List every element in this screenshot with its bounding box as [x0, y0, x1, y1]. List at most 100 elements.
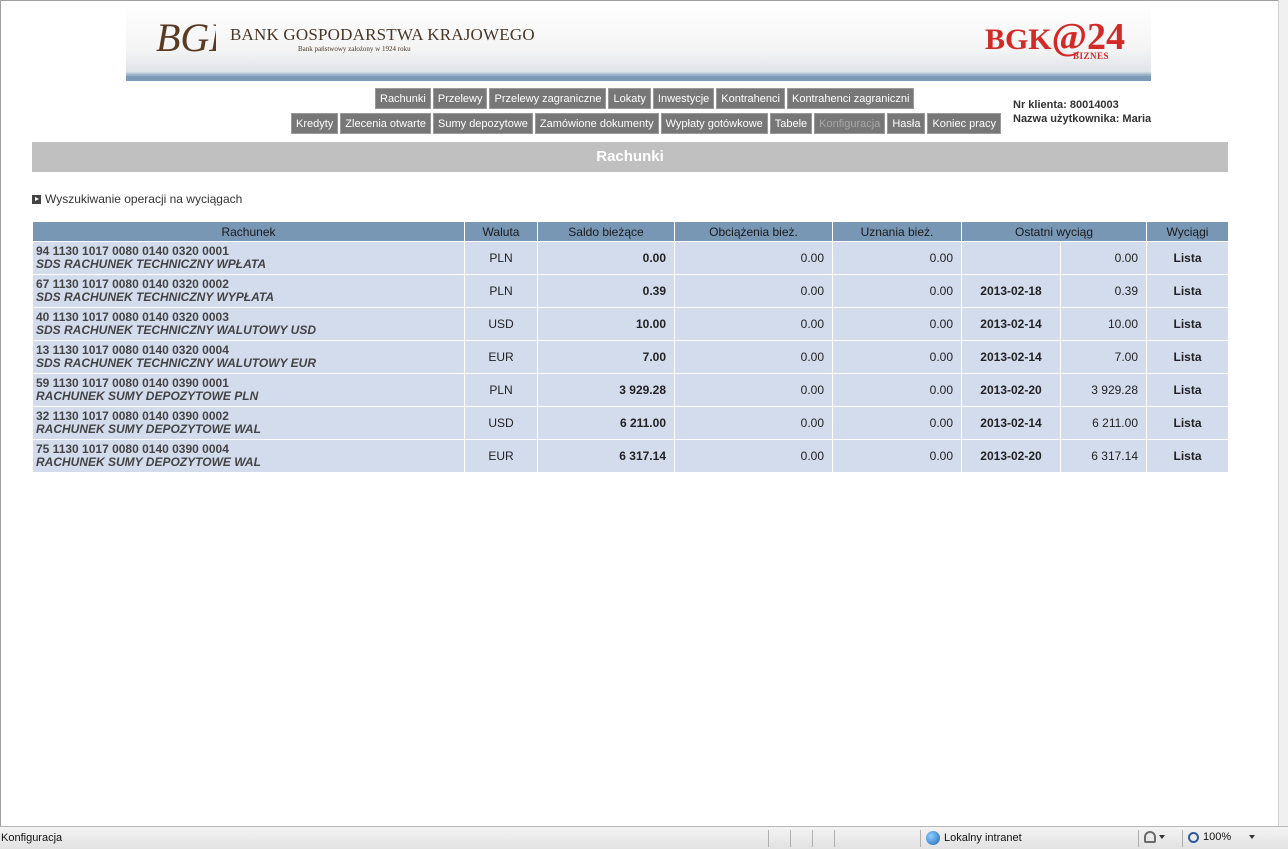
col-header-obciazenia[interactable]: Obciążenia bież.	[674, 221, 833, 242]
nav-kredyty[interactable]: Kredyty	[291, 113, 339, 134]
browser-status-bar: Konfiguracja Lokalny intranet 100%	[0, 826, 1288, 849]
status-separator	[834, 830, 835, 847]
browser-viewport: BGK BANK GOSPODARSTWA KRAJOWEGO Bank pań…	[0, 0, 1278, 826]
balance-cell: 3 929.28	[537, 373, 675, 407]
currency-cell: PLN	[464, 241, 538, 275]
zoom-control[interactable]: 100%	[1188, 831, 1256, 843]
bank-name: BANK GOSPODARSTWA KRAJOWEGO	[230, 25, 535, 44]
nav-row-2: Kredyty Zlecenia otwarte Sumy depozytowe…	[291, 113, 1002, 134]
last-statement-amount: 0.00	[1060, 241, 1147, 275]
accounts-table: Rachunek Waluta Saldo bieżące Obciążenia…	[32, 221, 1229, 473]
client-number: Nr klienta: 80014003	[1013, 99, 1119, 111]
chevron-down-icon	[1249, 835, 1256, 839]
nav-kontrahenci-zagraniczni[interactable]: Kontrahenci zagraniczni	[786, 88, 915, 109]
currency-cell: PLN	[464, 373, 538, 407]
last-statement-amount: 0.39	[1060, 274, 1147, 308]
account-name: RACHUNEK SUMY DEPOZYTOWE WAL	[36, 455, 261, 469]
statement-search-link[interactable]: Wyszukiwanie operacji na wyciągach	[32, 192, 242, 206]
last-statement-amount: 10.00	[1060, 307, 1147, 341]
status-separator	[920, 830, 921, 847]
col-header-uznania[interactable]: Uznania bież.	[832, 221, 962, 242]
credits-cell: 0.00	[832, 241, 962, 275]
bank-subtitle: Bank państwowy założony w 1924 roku	[298, 45, 411, 53]
nav-przelewy-zagraniczne[interactable]: Przelewy zagraniczne	[489, 88, 607, 109]
last-statement-amount: 6 317.14	[1060, 439, 1147, 473]
currency-cell: EUR	[464, 340, 538, 374]
account-name: SDS RACHUNEK TECHNICZNY WYPŁATA	[36, 290, 275, 304]
vertical-scrollbar[interactable]	[1278, 0, 1288, 826]
col-header-saldo[interactable]: Saldo bieżące	[537, 221, 675, 242]
nav-row-1: Rachunki Przelewy Przelewy zagraniczne L…	[375, 88, 915, 109]
security-zone-label: Lokalny intranet	[944, 832, 1022, 844]
banner-bottom-stripe	[126, 76, 1151, 81]
account-cell[interactable]: 75 1130 1017 0080 0140 0390 0004 RACHUNEK…	[32, 439, 465, 473]
last-statement-date: 2013-02-14	[961, 406, 1061, 440]
status-separator	[1182, 830, 1183, 847]
security-zone[interactable]: Lokalny intranet	[926, 831, 1022, 845]
last-statement-date: 2013-02-18	[961, 274, 1061, 308]
debits-cell: 0.00	[674, 307, 833, 341]
protected-mode-toggle[interactable]	[1144, 831, 1165, 843]
balance-cell: 6 211.00	[537, 406, 675, 440]
nav-kontrahenci[interactable]: Kontrahenci	[716, 88, 785, 109]
currency-cell: USD	[464, 307, 538, 341]
account-cell[interactable]: 13 1130 1017 0080 0140 0320 0004 SDS RACH…	[32, 340, 465, 374]
table-row: 59 1130 1017 0080 0140 0390 0001 RACHUNEK…	[32, 373, 1229, 407]
statement-list-link[interactable]: Lista	[1146, 241, 1229, 275]
col-header-waluta[interactable]: Waluta	[464, 221, 538, 242]
account-cell[interactable]: 32 1130 1017 0080 0140 0390 0002 RACHUNEK…	[32, 406, 465, 440]
nav-przelewy[interactable]: Przelewy	[432, 88, 488, 109]
nav-hasla[interactable]: Hasła	[887, 113, 926, 134]
status-separator	[812, 830, 813, 847]
account-name: SDS RACHUNEK TECHNICZNY WALUTOWY EUR	[36, 356, 317, 370]
balance-cell: 0.39	[537, 274, 675, 308]
nav-konfiguracja[interactable]: Konfiguracja	[814, 113, 886, 134]
statement-list-link[interactable]: Lista	[1146, 439, 1229, 473]
play-arrow-icon	[32, 194, 41, 204]
debits-cell: 0.00	[674, 373, 833, 407]
status-separator	[790, 830, 791, 847]
col-header-ostatni-wyciag[interactable]: Ostatni wyciąg	[961, 221, 1147, 242]
account-cell[interactable]: 59 1130 1017 0080 0140 0390 0001 RACHUNEK…	[32, 373, 465, 407]
table-header-row: Rachunek Waluta Saldo bieżące Obciążenia…	[32, 221, 1229, 242]
col-header-rachunek[interactable]: Rachunek	[32, 221, 465, 242]
nav-zamowione-dokumenty[interactable]: Zamówione dokumenty	[534, 113, 659, 134]
account-cell[interactable]: 40 1130 1017 0080 0140 0320 0003 SDS RACH…	[32, 307, 465, 341]
account-cell[interactable]: 94 1130 1017 0080 0140 0320 0001 SDS RACH…	[32, 241, 465, 275]
currency-cell: USD	[464, 406, 538, 440]
statement-list-link[interactable]: Lista	[1146, 340, 1229, 374]
account-name: SDS RACHUNEK TECHNICZNY WALUTOWY USD	[36, 323, 317, 337]
nav-tabele[interactable]: Tabele	[769, 113, 813, 134]
bgk-monogram-logo: BGK	[156, 15, 216, 60]
debits-cell: 0.00	[674, 406, 833, 440]
last-statement-date: 2013-02-14	[961, 307, 1061, 341]
last-statement-amount: 6 211.00	[1060, 406, 1147, 440]
account-name: RACHUNEK SUMY DEPOZYTOWE WAL	[36, 422, 261, 436]
nav-rachunki[interactable]: Rachunki	[375, 88, 431, 109]
nav-inwestycje[interactable]: Inwestycje	[652, 88, 715, 109]
nav-zlecenia-otwarte[interactable]: Zlecenia otwarte	[340, 113, 432, 134]
balance-cell: 10.00	[537, 307, 675, 341]
statement-list-link[interactable]: Lista	[1146, 307, 1229, 341]
bank-banner: BGK BANK GOSPODARSTWA KRAJOWEGO Bank pań…	[126, 3, 1151, 81]
nav-koniec-pracy[interactable]: Koniec pracy	[927, 113, 1002, 134]
balance-cell: 6 317.14	[537, 439, 675, 473]
credits-cell: 0.00	[832, 406, 962, 440]
statement-list-link[interactable]: Lista	[1146, 406, 1229, 440]
account-cell[interactable]: 67 1130 1017 0080 0140 0320 0002 SDS RACH…	[32, 274, 465, 308]
client-info: Nr klienta: 80014003 Nazwa użytkownika: …	[1013, 98, 1151, 126]
currency-cell: EUR	[464, 439, 538, 473]
last-statement-date: 2013-02-20	[961, 373, 1061, 407]
table-row: 32 1130 1017 0080 0140 0390 0002 RACHUNEK…	[32, 406, 1229, 440]
last-statement-date	[961, 241, 1061, 275]
statement-list-link[interactable]: Lista	[1146, 274, 1229, 308]
nav-wyplaty-gotowkowe[interactable]: Wypłaty gotówkowe	[660, 113, 768, 134]
bgk24-biznes-label: BIZNES	[1072, 51, 1109, 61]
table-row: 40 1130 1017 0080 0140 0320 0003 SDS RACH…	[32, 307, 1229, 341]
debits-cell: 0.00	[674, 439, 833, 473]
nav-lokaty[interactable]: Lokaty	[608, 88, 651, 109]
last-statement-date: 2013-02-20	[961, 439, 1061, 473]
statement-list-link[interactable]: Lista	[1146, 373, 1229, 407]
protected-mode-icon	[1144, 831, 1156, 843]
nav-sumy-depozytowe[interactable]: Sumy depozytowe	[433, 113, 533, 134]
